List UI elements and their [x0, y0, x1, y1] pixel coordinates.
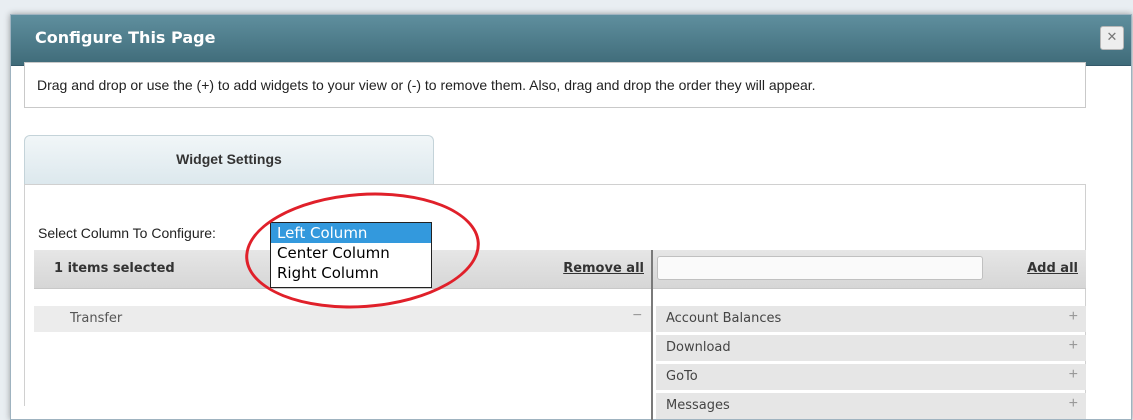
column-option-left[interactable]: Left Column: [271, 223, 431, 243]
selected-item-label: Transfer: [70, 311, 123, 326]
available-item-label: GoTo: [666, 369, 698, 384]
available-list-header: Add all: [653, 250, 1086, 289]
column-option-right[interactable]: Right Column: [271, 263, 431, 283]
column-option-center[interactable]: Center Column: [271, 243, 431, 263]
available-list-item[interactable]: Messages +: [656, 393, 1086, 419]
selected-list-item[interactable]: Transfer −: [34, 306, 652, 332]
instructions-text: Drag and drop or use the (+) to add widg…: [37, 77, 816, 93]
available-item-label: Download: [666, 340, 731, 355]
available-item-label: Messages: [666, 398, 730, 413]
available-item-label: Account Balances: [666, 311, 782, 326]
tab-label: Widget Settings: [176, 151, 282, 167]
remove-item-icon[interactable]: −: [633, 307, 642, 325]
add-item-icon[interactable]: +: [1069, 395, 1078, 413]
available-list-item[interactable]: Download +: [656, 335, 1086, 361]
instructions-box: Drag and drop or use the (+) to add widg…: [24, 62, 1086, 108]
add-all-link[interactable]: Add all: [1027, 261, 1078, 276]
close-icon[interactable]: ✕: [1100, 26, 1124, 50]
add-item-icon[interactable]: +: [1069, 337, 1078, 355]
available-list-item[interactable]: Account Balances +: [656, 306, 1086, 332]
items-selected-count: 1 items selected: [54, 261, 175, 276]
column-select-label: Select Column To Configure:: [38, 225, 216, 241]
dialog-title: Configure This Page: [35, 28, 216, 47]
widget-search-input[interactable]: [657, 256, 983, 280]
dialog-titlebar[interactable]: Configure This Page: [11, 15, 1131, 66]
available-list-item[interactable]: GoTo +: [656, 364, 1086, 390]
column-select-dropdown[interactable]: Left Column Center Column Right Column: [270, 222, 432, 288]
add-item-icon[interactable]: +: [1069, 366, 1078, 384]
remove-all-link[interactable]: Remove all: [563, 261, 644, 276]
add-item-icon[interactable]: +: [1069, 308, 1078, 326]
tab-widget-settings[interactable]: Widget Settings: [24, 135, 434, 185]
